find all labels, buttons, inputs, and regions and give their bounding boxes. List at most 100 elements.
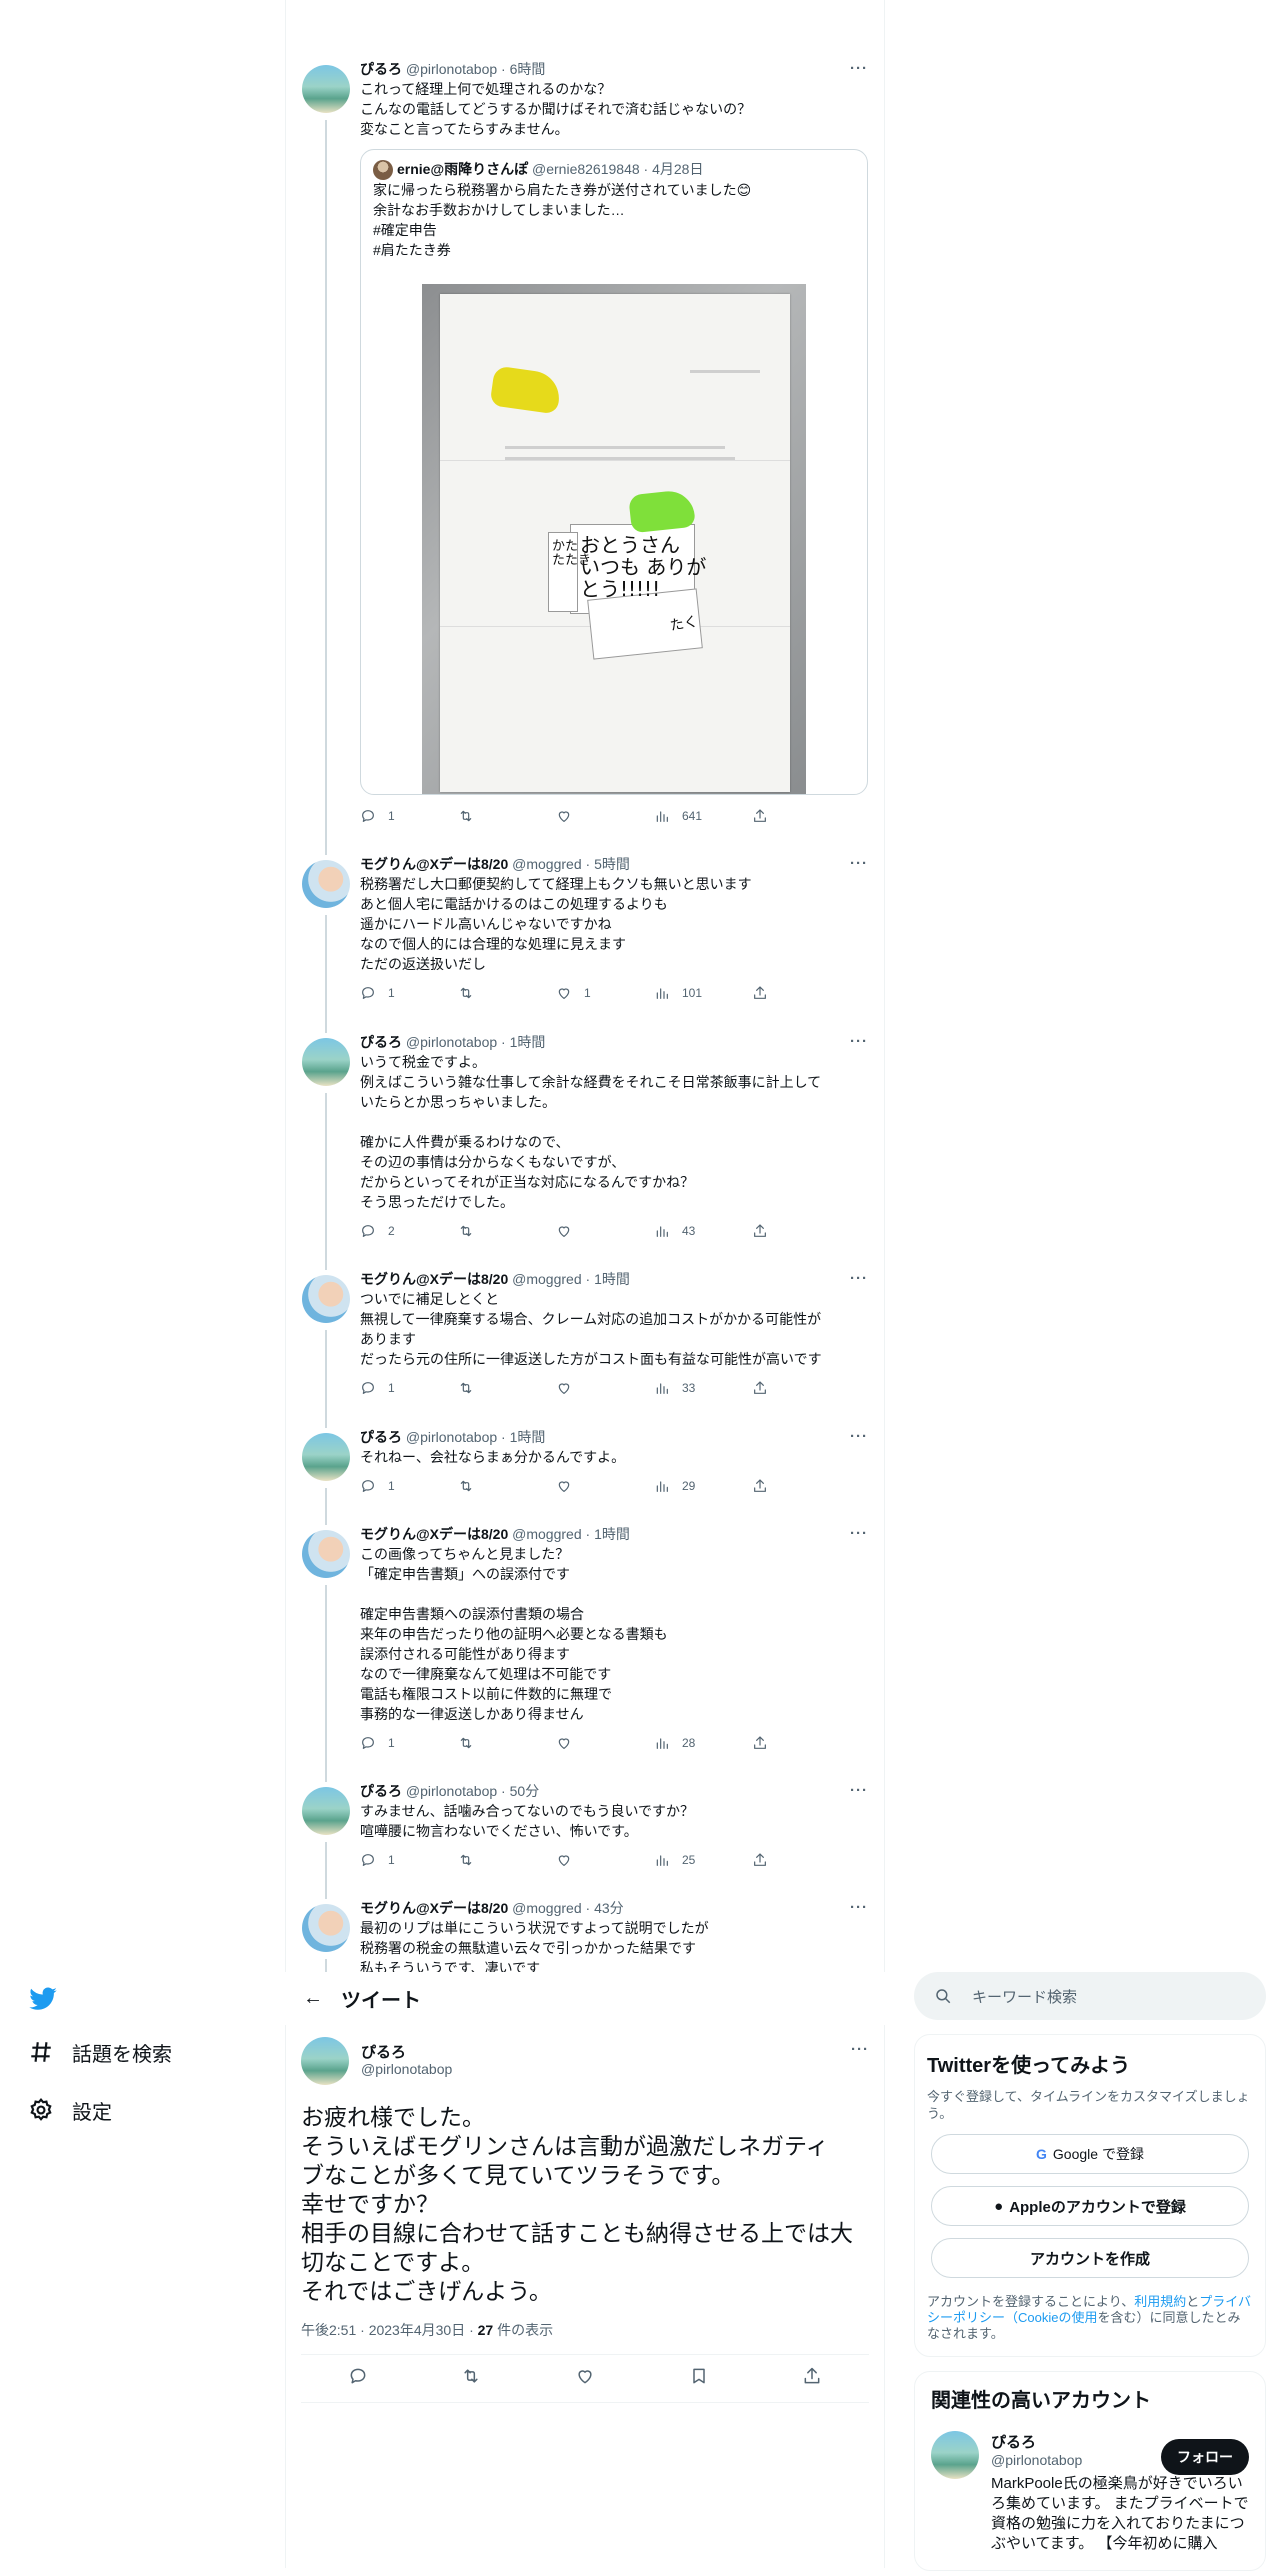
author-handle[interactable]: @pirlonotabop <box>361 2061 452 2077</box>
author-name[interactable]: ぴるろ <box>360 1034 402 1050</box>
more-icon[interactable]: ··· <box>850 1270 868 1287</box>
more-icon[interactable]: ··· <box>850 1899 868 1916</box>
like-button[interactable] <box>556 1223 654 1239</box>
tweet-time[interactable]: 6時間 <box>510 61 546 77</box>
quote-photo[interactable]: かた たたき おとうさん いつも ありが とう!!!!! たく <box>422 284 806 795</box>
back-arrow-icon[interactable]: ← <box>285 1987 341 2010</box>
avatar[interactable] <box>302 1038 350 1086</box>
author-name[interactable]: モグりん@Xデーは8/20 <box>360 1900 508 1916</box>
reply-button[interactable]: 1 <box>360 808 458 824</box>
more-icon[interactable]: ··· <box>850 60 868 77</box>
share-button[interactable] <box>752 1852 850 1868</box>
avatar[interactable] <box>301 2037 349 2085</box>
more-icon[interactable]: ··· <box>850 855 868 872</box>
author-name[interactable]: ぴるろ <box>360 1783 402 1799</box>
share-button[interactable] <box>752 1380 850 1396</box>
retweet-button[interactable] <box>458 1852 556 1868</box>
author-handle[interactable]: @pirlonotabop <box>406 1034 497 1050</box>
share-button[interactable] <box>752 1223 850 1239</box>
reply-tweet[interactable]: モグりん@Xデーは8/20 @moggred · 1時間 ··· この画像ってちゃん… <box>286 1525 884 1760</box>
author-handle[interactable]: @moggred <box>512 1271 581 1287</box>
more-icon[interactable]: ··· <box>850 1782 868 1799</box>
reply-button[interactable]: 2 <box>360 1223 458 1239</box>
reply-tweet[interactable]: ぴるろ @pirlonotabop · 6時間 ··· これって経理上何で処理される… <box>286 60 884 833</box>
google-signup-button[interactable]: G Google で登録 <box>931 2134 1249 2174</box>
tweet-time[interactable]: 1時間 <box>594 1271 630 1287</box>
retweet-button[interactable] <box>458 1735 556 1751</box>
follow-button[interactable]: フォロー <box>1161 2439 1249 2475</box>
share-button[interactable] <box>752 808 850 824</box>
tweet-time[interactable]: 1時間 <box>510 1429 546 1445</box>
author-name[interactable]: モグりん@Xデーは8/20 <box>360 856 508 872</box>
share-button[interactable] <box>752 1735 850 1751</box>
author-handle[interactable]: @moggred <box>512 1900 581 1916</box>
share-button[interactable] <box>752 1478 850 1494</box>
views-button[interactable]: 33 <box>654 1380 752 1396</box>
like-button[interactable]: 1 <box>556 985 654 1001</box>
retweet-button[interactable] <box>458 1380 556 1396</box>
more-icon[interactable]: ··· <box>850 1525 868 1542</box>
quoted-tweet[interactable]: ernie@雨降りさんぽ @ernie82619848 · 4月28日 家に帰った… <box>360 149 868 796</box>
related-account[interactable]: ぴるろ @pirlonotabop フォロー MarkPoole氏の極楽鳥が好き… <box>931 2431 1249 2554</box>
search-input[interactable]: キーワード検索 <box>914 1972 1266 2020</box>
views-button[interactable]: 25 <box>654 1852 752 1868</box>
retweet-button[interactable] <box>458 808 556 824</box>
reply-tweet[interactable]: モグりん@Xデーは8/20 @moggred · 1時間 ··· ついでに補足しとく… <box>286 1270 884 1405</box>
author-name[interactable]: ぴるろ <box>360 61 402 77</box>
reply-button[interactable]: 1 <box>360 1852 458 1868</box>
author-handle[interactable]: @moggred <box>512 856 581 872</box>
like-button[interactable] <box>556 1735 654 1751</box>
tweet-time[interactable]: 43分 <box>594 1900 624 1916</box>
author-handle[interactable]: @pirlonotabop <box>406 61 497 77</box>
reply-button[interactable]: 1 <box>360 1478 458 1494</box>
create-account-button[interactable]: アカウントを作成 <box>931 2238 1249 2278</box>
more-icon[interactable]: ··· <box>851 2041 869 2058</box>
avatar[interactable] <box>302 860 350 908</box>
tweet-timestamp[interactable]: 午後2:51 · 2023年4月30日 · <box>301 2322 478 2338</box>
share-button[interactable] <box>752 985 850 1001</box>
nav-settings[interactable]: 設定 <box>28 2081 172 2139</box>
reply-tweet[interactable]: モグりん@Xデーは8/20 @moggred · 5時間 ··· 税務署だし大口郵便… <box>286 855 884 1010</box>
reply-tweet[interactable]: モグりん@Xデーは8/20 @moggred · 43分 ··· 最初のリプは単にこ… <box>286 1899 884 1978</box>
share-icon[interactable] <box>802 2366 822 2391</box>
reply-tweet[interactable]: ぴるろ @pirlonotabop · 1時間 ··· それねー、会社ならまぁ分かる… <box>286 1428 884 1503</box>
reply-button[interactable]: 1 <box>360 985 458 1001</box>
nav-explore[interactable]: 話題を検索 <box>28 2023 172 2081</box>
avatar[interactable] <box>302 1904 350 1952</box>
author-handle[interactable]: @pirlonotabop <box>406 1783 497 1799</box>
reply-button[interactable]: 1 <box>360 1380 458 1396</box>
tweet-time[interactable]: 1時間 <box>510 1034 546 1050</box>
avatar[interactable] <box>302 1275 350 1323</box>
avatar[interactable] <box>302 1787 350 1835</box>
avatar[interactable] <box>931 2431 979 2479</box>
avatar[interactable] <box>302 65 350 113</box>
tweet-time[interactable]: 5時間 <box>594 856 630 872</box>
retweet-icon[interactable] <box>461 2366 481 2391</box>
terms-link[interactable]: 利用規約 <box>1134 2294 1186 2309</box>
views-button[interactable]: 29 <box>654 1478 752 1494</box>
retweet-button[interactable] <box>458 985 556 1001</box>
tweet-time[interactable]: 50分 <box>510 1783 540 1799</box>
more-icon[interactable]: ··· <box>850 1033 868 1050</box>
avatar[interactable] <box>302 1433 350 1481</box>
views-button[interactable]: 43 <box>654 1223 752 1239</box>
avatar[interactable] <box>302 1530 350 1578</box>
author-handle[interactable]: @moggred <box>512 1526 581 1542</box>
author-name[interactable]: ぴるろ <box>361 2041 406 2062</box>
more-icon[interactable]: ··· <box>850 1428 868 1445</box>
like-button[interactable] <box>556 1478 654 1494</box>
like-button[interactable] <box>556 1852 654 1868</box>
reply-button[interactable]: 1 <box>360 1735 458 1751</box>
tweet-time[interactable]: 1時間 <box>594 1526 630 1542</box>
author-name[interactable]: ぴるろ <box>360 1429 402 1445</box>
retweet-button[interactable] <box>458 1478 556 1494</box>
reply-icon[interactable] <box>348 2366 368 2391</box>
twitter-logo-icon[interactable] <box>28 1985 172 2013</box>
like-button[interactable] <box>556 1380 654 1396</box>
author-name[interactable]: モグりん@Xデーは8/20 <box>360 1271 508 1287</box>
views-button[interactable]: 28 <box>654 1735 752 1751</box>
retweet-button[interactable] <box>458 1223 556 1239</box>
bookmark-icon[interactable] <box>689 2366 709 2391</box>
views-button[interactable]: 101 <box>654 985 752 1001</box>
like-icon[interactable] <box>575 2366 595 2391</box>
